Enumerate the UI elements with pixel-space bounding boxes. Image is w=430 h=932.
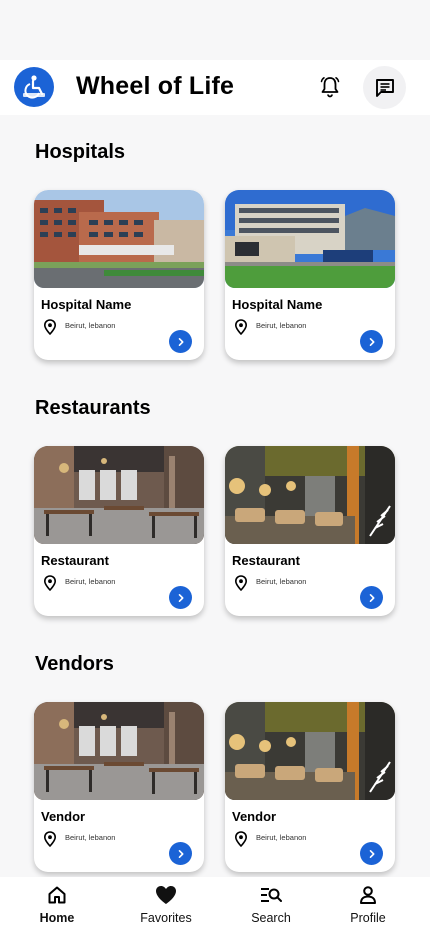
card-location: Beirut, lebanon <box>65 833 116 842</box>
location-pin-icon <box>43 575 57 591</box>
wheelchair-logo-icon[interactable] <box>14 67 54 107</box>
location-pin-icon <box>43 319 57 335</box>
tab-label: Search <box>251 911 291 925</box>
card-location: Beirut, lebanon <box>65 321 116 330</box>
heart-icon <box>155 884 177 906</box>
tab-home[interactable]: Home <box>12 877 102 932</box>
chevron-right-icon[interactable] <box>169 330 192 353</box>
tab-label: Home <box>39 911 75 925</box>
chevron-right-icon[interactable] <box>169 586 192 609</box>
card-name: Hospital Name <box>41 297 132 312</box>
location-pin-icon <box>43 831 57 847</box>
vendor-photo <box>34 702 204 800</box>
card-name: Restaurant <box>232 553 300 568</box>
card-name: Hospital Name <box>232 297 323 312</box>
chat-icon[interactable] <box>363 66 406 109</box>
restaurant-photo <box>34 446 204 544</box>
tab-search[interactable]: Search <box>226 877 316 932</box>
tab-label: Profile <box>350 911 386 925</box>
location-pin-icon <box>234 575 248 591</box>
status-bar <box>0 0 430 60</box>
restaurant-photo <box>225 446 395 544</box>
vendor-photo <box>225 702 395 800</box>
place-card[interactable]: Hospital Name Beirut, lebanon <box>225 190 395 360</box>
hospital-photo <box>34 190 204 288</box>
search-list-icon <box>260 884 282 906</box>
card-location: Beirut, lebanon <box>65 577 116 586</box>
app-title: Wheel of Life <box>76 72 235 100</box>
tab-favorites[interactable]: Favorites <box>121 877 211 932</box>
section-title-hospitals: Hospitals <box>35 141 126 163</box>
section-title-restaurants: Restaurants <box>35 397 151 419</box>
chevron-right-icon[interactable] <box>360 842 383 865</box>
app-header: Wheel of Life <box>0 60 430 115</box>
card-location: Beirut, lebanon <box>256 577 307 586</box>
tab-profile[interactable]: Profile <box>323 877 413 932</box>
home-icon <box>47 884 67 906</box>
location-pin-icon <box>234 831 248 847</box>
person-icon <box>358 884 378 906</box>
location-pin-icon <box>234 319 248 335</box>
card-location: Beirut, lebanon <box>256 833 307 842</box>
main-content: Hospitals Hospital Name Beirut, lebanon … <box>0 115 430 877</box>
chevron-right-icon[interactable] <box>360 330 383 353</box>
chevron-right-icon[interactable] <box>360 586 383 609</box>
card-name: Vendor <box>232 809 277 824</box>
bottom-tab-bar: Home Favorites Search Profile <box>0 877 430 932</box>
card-name: Restaurant <box>41 553 109 568</box>
place-card[interactable]: Vendor Beirut, lebanon <box>225 702 395 872</box>
card-location: Beirut, lebanon <box>256 321 307 330</box>
place-card[interactable]: Restaurant Beirut, lebanon <box>225 446 395 616</box>
place-card[interactable]: Vendor Beirut, lebanon <box>34 702 204 872</box>
chevron-right-icon[interactable] <box>169 842 192 865</box>
place-card[interactable]: Restaurant Beirut, lebanon <box>34 446 204 616</box>
section-title-vendors: Vendors <box>35 653 114 675</box>
card-name: Vendor <box>41 809 86 824</box>
place-card[interactable]: Hospital Name Beirut, lebanon <box>34 190 204 360</box>
tab-label: Favorites <box>140 911 192 925</box>
hospital-photo <box>225 190 395 288</box>
bell-icon[interactable] <box>316 73 344 101</box>
